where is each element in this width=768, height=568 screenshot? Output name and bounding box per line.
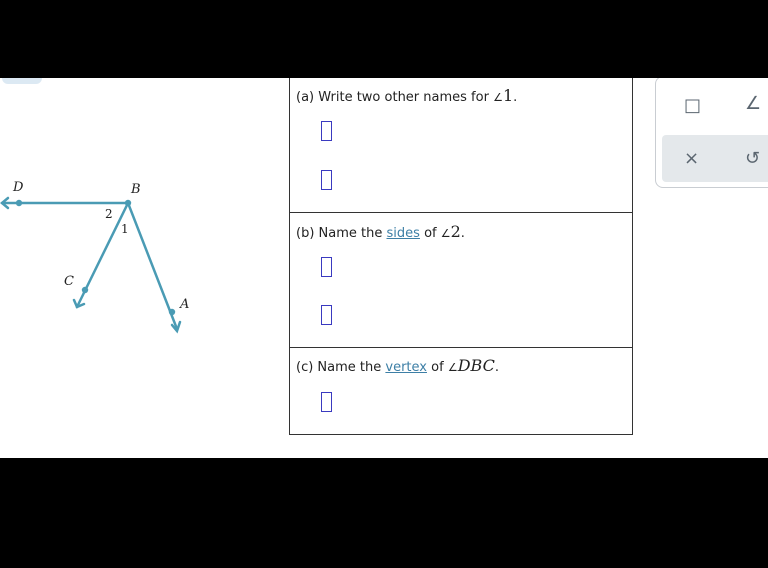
question-b-middle: of [424,226,437,241]
label-d: D [13,180,24,195]
point-b [124,199,132,207]
question-c-suffix: . [494,360,499,375]
question-c-row: (c) Name the vertex of ∠DBC. [290,347,632,434]
answer-box-b1[interactable] [321,257,332,277]
angle-symbol: ∠ [493,91,503,104]
answer-box-c1[interactable] [321,392,332,412]
vector-box-icon[interactable]: □ [684,97,701,115]
vertex-link[interactable]: vertex [385,360,427,375]
question-a-prefix: (a) Write two other names for [296,90,489,105]
angle-diagram [0,196,182,334]
question-b-suffix: . [460,226,465,241]
angle-icon[interactable]: ∠ [745,95,761,113]
top-black-bar [0,0,768,78]
question-a-text: (a) Write two other names for ∠1. [296,86,517,105]
tool-palette: □ ∠ × ↺ [655,78,768,188]
question-c-text: (c) Name the vertex of ∠DBC. [296,356,499,375]
bottom-black-bar [0,458,768,568]
question-b-row: (b) Name the sides of ∠2. [290,212,632,347]
angle-symbol: ∠ [440,227,451,240]
angle-name: 2 [450,222,461,241]
angle-symbol: ∠ [447,361,458,374]
point-d [15,199,23,207]
question-c-middle: of [431,360,444,375]
undo-icon[interactable]: ↺ [745,150,760,168]
answer-box-b2[interactable] [321,305,332,325]
question-a-row: (a) Write two other names for ∠1. [290,78,632,212]
label-a: A [180,297,190,312]
label-b: B [131,182,141,197]
sides-link[interactable]: sides [387,226,420,241]
answer-box-a2[interactable] [321,170,332,190]
question-b-prefix: (b) Name the [296,226,383,241]
label-c: C [64,274,74,289]
problem-panel: D B C A 2 1 (a) Write two other names fo… [0,78,768,458]
clear-icon[interactable]: × [684,150,699,168]
question-c-prefix: (c) Name the [296,360,382,375]
question-a-suffix: . [513,90,518,105]
question-table: (a) Write two other names for ∠1. (b) Na… [289,78,633,435]
label-angle-1: 1 [121,222,129,236]
angle-name: 1 [502,86,514,105]
point-a [168,308,176,316]
label-angle-2: 2 [105,207,113,221]
answer-box-a1[interactable] [321,121,332,141]
angle-name: DBC [457,356,495,375]
geometry-figure: D B C A 2 1 [0,78,240,458]
point-c [81,286,89,294]
question-b-text: (b) Name the sides of ∠2. [296,222,465,241]
